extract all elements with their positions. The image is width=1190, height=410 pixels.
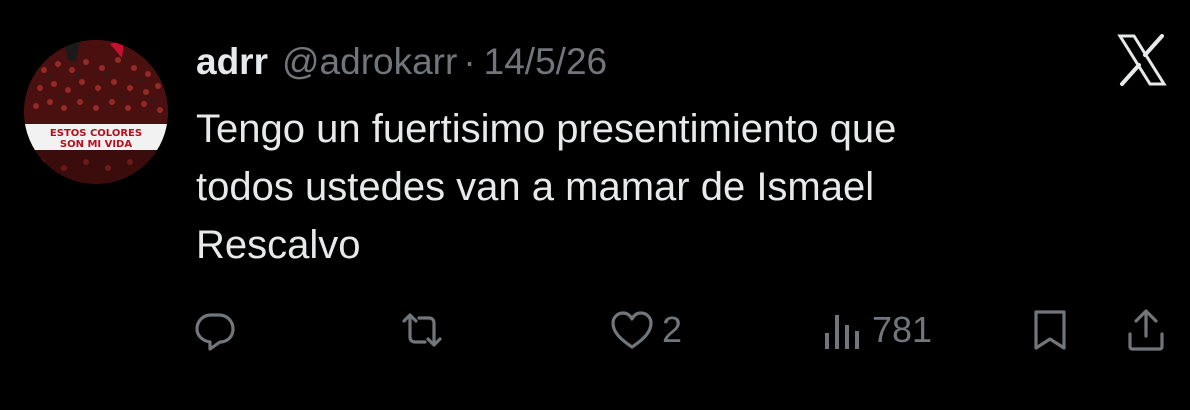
views-button[interactable]: 781: [822, 300, 932, 360]
bookmark-icon: [1034, 310, 1066, 350]
tweet-date[interactable]: 14/5/26: [484, 36, 607, 88]
avatar-banner-text-2: SON MI VIDA: [60, 139, 132, 150]
user-handle[interactable]: @adrokarr: [282, 36, 457, 88]
tweet-card: ESTOS COLORES SON MI VIDA adrr @adrokarr…: [0, 0, 1190, 410]
retweet-icon: [402, 313, 442, 347]
like-button[interactable]: 2: [610, 300, 682, 360]
tweet-text-line: todos ustedes van a mamar de Ismael: [196, 165, 875, 209]
like-count: 2: [662, 309, 683, 350]
bookmark-button[interactable]: [1030, 300, 1070, 360]
retweet-button[interactable]: [400, 300, 444, 360]
x-logo-icon: [1112, 30, 1172, 90]
avatar[interactable]: ESTOS COLORES SON MI VIDA: [24, 40, 168, 184]
share-button[interactable]: [1126, 300, 1166, 360]
separator-dot: ·: [463, 41, 476, 82]
tweet-text: Tengo un fuertisimo presentimiento que t…: [196, 100, 1096, 274]
action-bar: 2 781: [0, 300, 1190, 360]
reply-icon: [195, 313, 235, 351]
views-icon: [825, 315, 859, 349]
views-count: 781: [872, 309, 933, 350]
tweet-text-line: Rescalvo: [196, 223, 361, 267]
share-icon: [1128, 309, 1164, 351]
tweet-text-line: Tengo un fuertisimo presentimiento que: [196, 107, 897, 151]
avatar-image: ESTOS COLORES SON MI VIDA: [24, 40, 168, 184]
reply-button[interactable]: [194, 300, 236, 360]
tweet-header: adrr @adrokarr · 14/5/26: [196, 36, 607, 88]
display-name[interactable]: adrr: [196, 36, 268, 88]
heart-icon: [611, 311, 653, 349]
avatar-banner-text-1: ESTOS COLORES: [50, 128, 142, 139]
